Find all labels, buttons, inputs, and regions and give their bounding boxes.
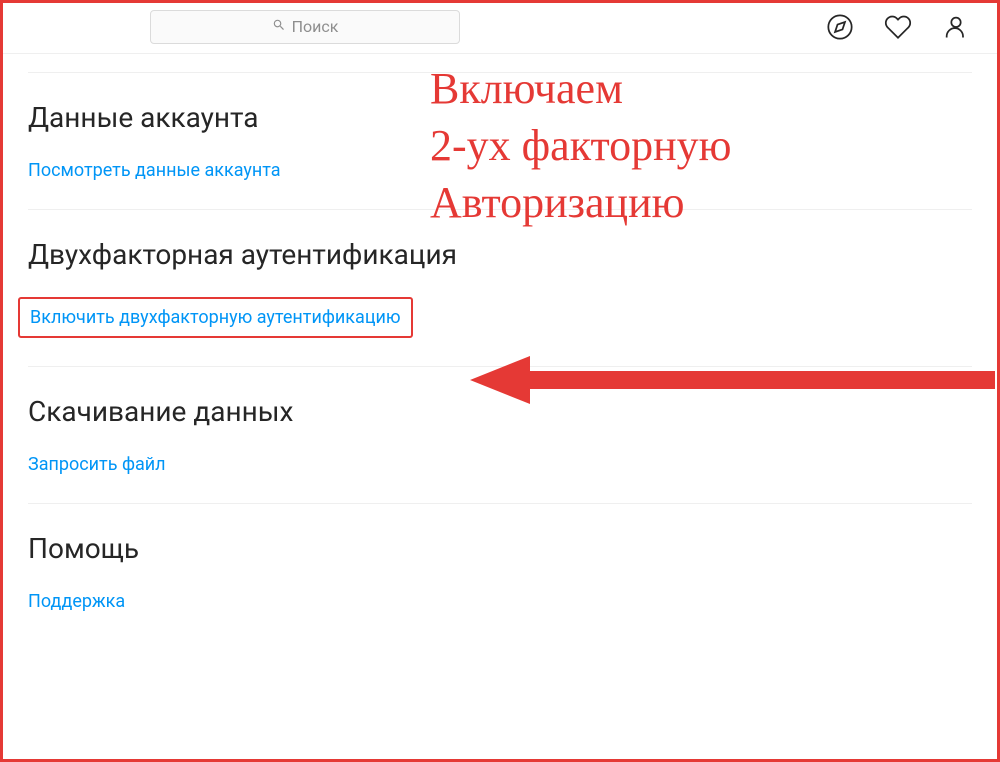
section-title-help: Помощь — [28, 532, 972, 565]
search-placeholder: Поиск — [292, 17, 339, 36]
header: Поиск — [0, 0, 1000, 54]
heart-icon[interactable] — [884, 13, 912, 41]
link-enable-two-factor[interactable]: Включить двухфакторную аутентификацию — [18, 297, 413, 338]
link-support[interactable]: Поддержка — [28, 591, 125, 612]
section-title-account-data: Данные аккаунта — [28, 101, 972, 134]
section-help: Помощь Поддержка — [28, 504, 972, 640]
search-icon — [272, 17, 286, 36]
section-title-two-factor: Двухфакторная аутентификация — [28, 238, 972, 271]
section-account-data: Данные аккаунта Посмотреть данные аккаун… — [28, 72, 972, 210]
search-input[interactable]: Поиск — [150, 10, 460, 44]
section-title-download: Скачивание данных — [28, 395, 972, 428]
link-view-account-data[interactable]: Посмотреть данные аккаунта — [28, 160, 281, 181]
link-request-file[interactable]: Запросить файл — [28, 454, 166, 475]
explore-icon[interactable] — [826, 13, 854, 41]
section-two-factor: Двухфакторная аутентификация Включить дв… — [28, 210, 972, 367]
section-download-data: Скачивание данных Запросить файл — [28, 367, 972, 504]
settings-content: Данные аккаунта Посмотреть данные аккаун… — [0, 72, 1000, 640]
profile-icon[interactable] — [942, 13, 970, 41]
